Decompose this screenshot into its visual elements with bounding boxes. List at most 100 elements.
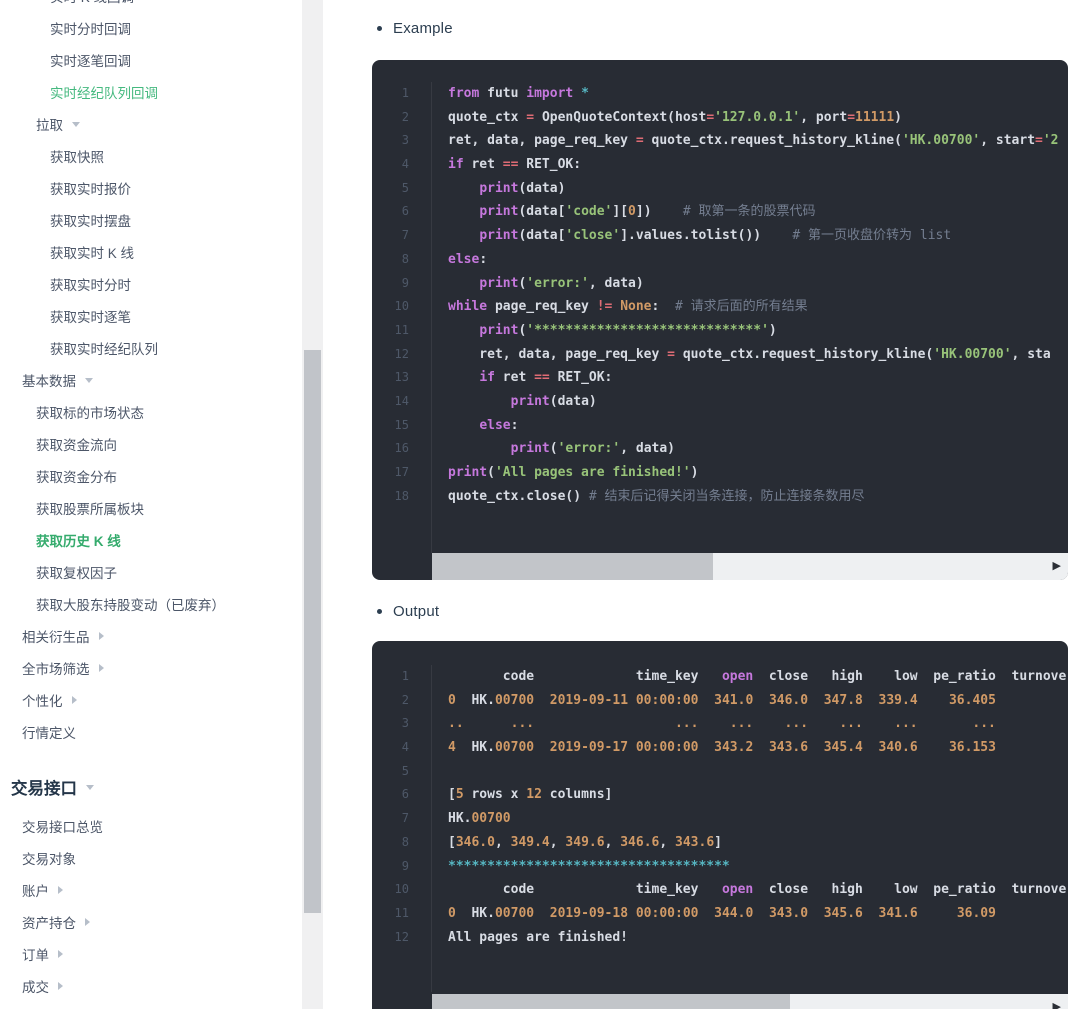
sidebar-item[interactable]: 实时 K 线回调 — [0, 0, 302, 12]
code-line: HK.00700 — [448, 807, 1068, 831]
code-line: ret, data, page_req_key = quote_ctx.requ… — [448, 129, 1068, 153]
line-number: 3 — [372, 712, 409, 736]
sidebar-item-label: 获取标的市场状态 — [36, 402, 144, 422]
sidebar-item[interactable]: 全市场筛选 — [0, 652, 302, 684]
sidebar-item[interactable]: 获取历史 K 线 — [0, 524, 302, 556]
sidebar-item[interactable]: 获取标的市场状态 — [0, 396, 302, 428]
sidebar-item[interactable]: 获取大股东持股变动（已废弃） — [0, 588, 302, 620]
sidebar-nav: 实时 K 线回调实时分时回调实时逐笔回调实时经纪队列回调拉取获取快照获取实时报价… — [0, 0, 302, 1002]
line-number: 11 — [372, 319, 409, 343]
chevron-down-icon — [85, 378, 93, 383]
line-number: 7 — [372, 224, 409, 248]
sidebar-item[interactable]: 行情定义 — [0, 716, 302, 748]
output-code-body: 123456789101112 code time_key open close… — [372, 641, 1068, 992]
sidebar-item[interactable]: 订单 — [0, 938, 302, 970]
code-line: print('*****************************') — [448, 319, 1068, 343]
code-line: quote_ctx = OpenQuoteContext(host='127.0… — [448, 106, 1068, 130]
sidebar-item-label: 个性化 — [22, 690, 63, 710]
sidebar-item[interactable]: 实时逐笔回调 — [0, 44, 302, 76]
line-number-gutter: 123456789101112 — [372, 665, 432, 992]
code-line: ret, data, page_req_key = quote_ctx.requ… — [448, 343, 1068, 367]
sidebar-item[interactable]: 成交 — [0, 970, 302, 1002]
chevron-right-icon — [99, 632, 104, 640]
line-number: 6 — [372, 783, 409, 807]
sidebar-item[interactable]: 获取实时摆盘 — [0, 204, 302, 236]
code-line: code time_key open close high low pe_rat… — [448, 878, 1068, 902]
sidebar-item[interactable]: 实时经纪队列回调 — [0, 76, 302, 108]
line-number: 17 — [372, 461, 409, 485]
code-line: print('error:', data) — [448, 437, 1068, 461]
sidebar-item[interactable]: 交易对象 — [0, 842, 302, 874]
sidebar-item-label: 交易接口总览 — [22, 816, 103, 836]
sidebar-item[interactable]: 账户 — [0, 874, 302, 906]
line-number: 4 — [372, 736, 409, 760]
code-line: print(data['close'].values.tolist()) # 第… — [448, 224, 1068, 248]
sidebar-item[interactable]: 基本数据 — [0, 364, 302, 396]
sidebar-item[interactable]: 交易接口 — [0, 770, 302, 804]
sidebar-item[interactable]: 获取快照 — [0, 140, 302, 172]
sidebar-item[interactable]: 交易接口总览 — [0, 810, 302, 842]
sidebar-item-label: 实时分时回调 — [50, 18, 131, 38]
code-line: [5 rows x 12 columns] — [448, 783, 1068, 807]
sidebar-item[interactable]: 个性化 — [0, 684, 302, 716]
line-number: 15 — [372, 414, 409, 438]
sidebar-scrollbar-thumb[interactable] — [304, 350, 321, 913]
code-line: if ret == RET_OK: — [448, 153, 1068, 177]
sidebar-item-label: 获取实时经纪队列 — [50, 338, 158, 358]
line-number: 9 — [372, 855, 409, 879]
line-number: 7 — [372, 807, 409, 831]
line-number: 6 — [372, 200, 409, 224]
code-line: print('All pages are finished!') — [448, 461, 1068, 485]
output-horizontal-scrollbar[interactable]: ▶ — [432, 994, 1068, 1009]
code-line: print('error:', data) — [448, 272, 1068, 296]
sidebar-scrollbar[interactable] — [302, 0, 323, 1009]
code-line: if ret == RET_OK: — [448, 366, 1068, 390]
example-code-body: 123456789101112131415161718 from futu im… — [372, 60, 1068, 553]
example-horizontal-scrollbar[interactable]: ▶ — [432, 553, 1068, 580]
chevron-right-icon — [99, 664, 104, 672]
line-number: 3 — [372, 129, 409, 153]
sidebar-item[interactable]: 实时分时回调 — [0, 12, 302, 44]
sidebar-item[interactable]: 获取实时分时 — [0, 268, 302, 300]
scroll-right-arrow-icon[interactable]: ▶ — [1053, 561, 1061, 572]
sidebar-item[interactable]: 获取实时经纪队列 — [0, 332, 302, 364]
sidebar-item[interactable]: 获取实时 K 线 — [0, 236, 302, 268]
sidebar-item-label: 实时 K 线回调 — [50, 0, 134, 6]
line-number: 5 — [372, 760, 409, 784]
sidebar-item-label: 全市场筛选 — [22, 658, 90, 678]
code-line: while page_req_key != None: # 请求后面的所有结果 — [448, 295, 1068, 319]
output-scrollbar-thumb[interactable] — [432, 994, 790, 1009]
example-scrollbar-thumb[interactable] — [432, 553, 713, 580]
code-line: ************************************ — [448, 855, 1068, 879]
chevron-right-icon — [58, 950, 63, 958]
sidebar-item[interactable]: 获取资金流向 — [0, 428, 302, 460]
sidebar-item-label: 订单 — [22, 944, 49, 964]
chevron-right-icon — [85, 918, 90, 926]
sidebar-item[interactable]: 获取实时报价 — [0, 172, 302, 204]
example-code-block: 123456789101112131415161718 from futu im… — [372, 60, 1068, 580]
sidebar-item[interactable]: 资产持仓 — [0, 906, 302, 938]
scroll-right-arrow-icon[interactable]: ▶ — [1053, 1002, 1061, 1009]
sidebar-item[interactable]: 相关衍生品 — [0, 620, 302, 652]
chevron-down-icon — [86, 785, 94, 790]
code-line: 0 HK.00700 2019-09-11 00:00:00 341.0 346… — [448, 689, 1068, 713]
line-number: 10 — [372, 878, 409, 902]
sidebar-item[interactable]: 拉取 — [0, 108, 302, 140]
sidebar-item-label: 交易对象 — [22, 848, 76, 868]
line-number: 5 — [372, 177, 409, 201]
sidebar-item[interactable]: 获取实时逐笔 — [0, 300, 302, 332]
code-lines: code time_key open close high low pe_rat… — [432, 665, 1068, 992]
sidebar-item[interactable]: 获取资金分布 — [0, 460, 302, 492]
line-number: 11 — [372, 902, 409, 926]
sidebar-item-label: 成交 — [22, 976, 49, 996]
sidebar-item[interactable]: 获取复权因子 — [0, 556, 302, 588]
line-number-gutter: 123456789101112131415161718 — [372, 82, 432, 553]
sidebar: 实时 K 线回调实时分时回调实时逐笔回调实时经纪队列回调拉取获取快照获取实时报价… — [0, 0, 330, 1009]
chevron-down-icon — [72, 122, 80, 127]
sidebar-item[interactable]: 获取股票所属板块 — [0, 492, 302, 524]
output-heading-text: Output — [393, 603, 439, 620]
line-number: 1 — [372, 665, 409, 689]
code-line: print(data['code'][0]) # 取第一条的股票代码 — [448, 200, 1068, 224]
sidebar-item-label: 行情定义 — [22, 722, 76, 742]
sidebar-item-label: 获取实时摆盘 — [50, 210, 131, 230]
